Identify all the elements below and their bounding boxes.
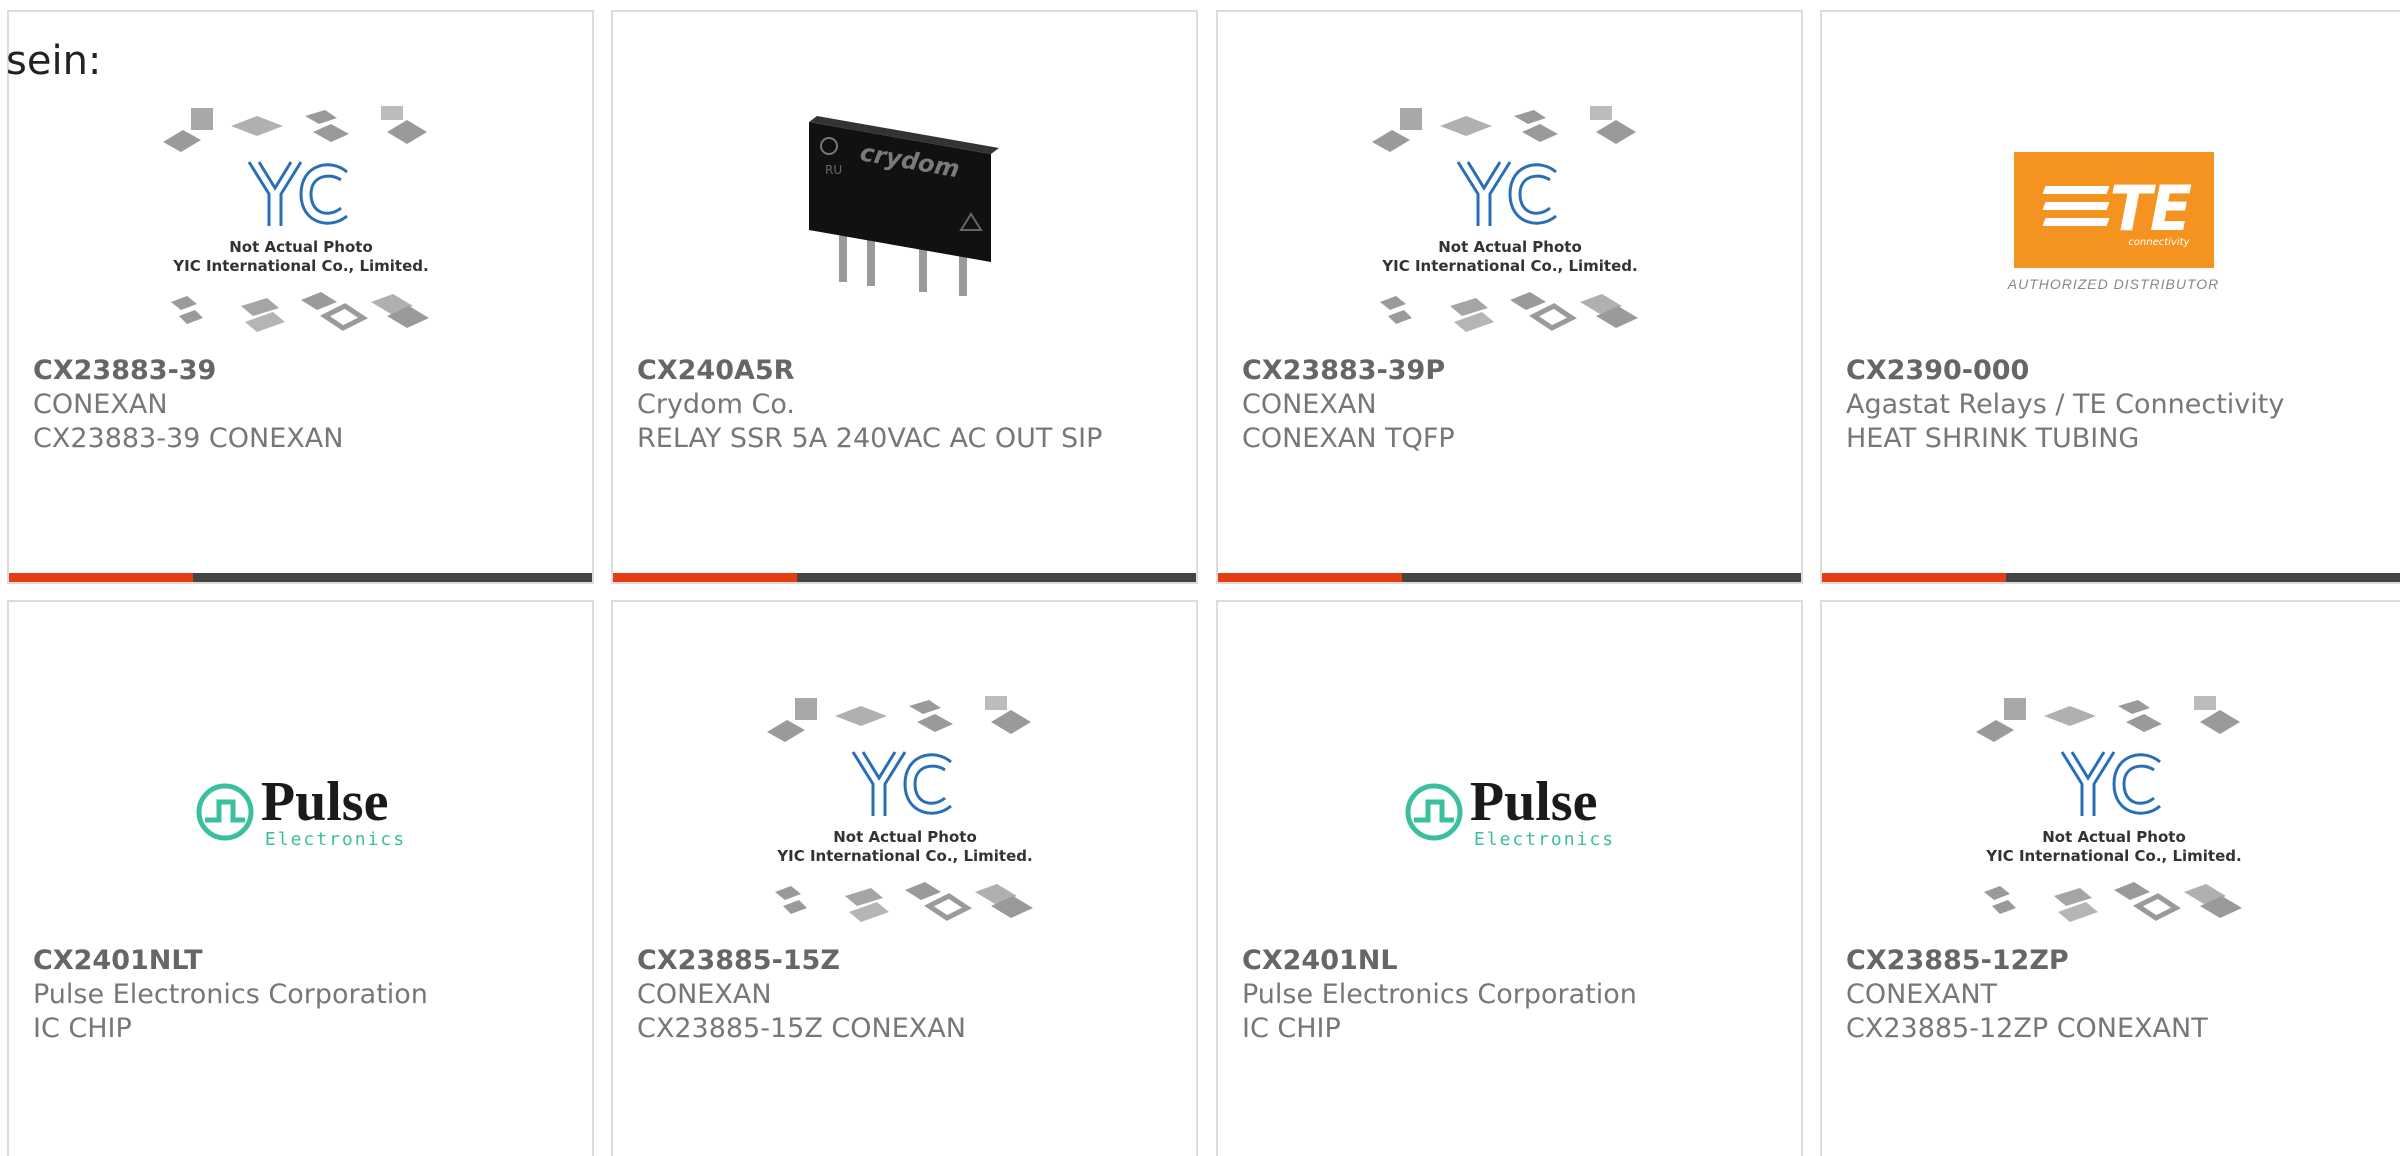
product-image-placeholder: Not Actual Photo YIC International Co., … (162, 106, 429, 332)
pulse-wave-icon (1405, 783, 1463, 841)
product-info: CX23885-15Z CONEXAN CX23885-15Z CONEXAN (637, 944, 1177, 1046)
product-image[interactable]: Not Actual Photo YIC International Co., … (1822, 682, 2400, 942)
placeholder-caption-1: Not Actual Photo (229, 238, 373, 256)
product-part-number[interactable]: CX23885-15Z (637, 944, 1177, 978)
product-card[interactable]: Not Actual Photo YIC International Co., … (611, 600, 1198, 1156)
product-card[interactable]: Not Actual Photo YIC International Co., … (1820, 600, 2400, 1156)
product-info: CX2401NLT Pulse Electronics Corporation IC… (33, 944, 573, 1046)
placeholder-caption-2: YIC International Co., Limited. (776, 847, 1032, 865)
te-connectivity-logo: TE connectivity AUTHORIZED DISTRIBUTOR (2008, 152, 2220, 292)
card-bottom-bar (613, 573, 1196, 582)
te-logo-text: TE (2109, 172, 2193, 245)
product-card[interactable]: Not Actual Photo YIC International Co., … (1216, 10, 1803, 584)
pulse-logo-sub: Electronics (1473, 828, 1616, 850)
product-description: CX23885-15Z CONEXAN (637, 1013, 966, 1044)
product-description: CX23885-12ZP CONEXANT (1846, 1013, 2208, 1044)
product-manufacturer: CONEXAN (637, 979, 772, 1010)
product-image-placeholder: Not Actual Photo YIC International Co., … (1371, 106, 1638, 332)
product-part-number[interactable]: CX2401NLT (33, 944, 573, 978)
product-manufacturer: CONEXANT (1846, 979, 1998, 1010)
product-image[interactable]: Pulse Electronics (1218, 682, 1801, 942)
product-image[interactable]: crydom RU (613, 92, 1196, 352)
product-part-number[interactable]: CX2401NL (1242, 944, 1782, 978)
product-manufacturer: CONEXAN (1242, 389, 1377, 420)
placeholder-caption-1: Not Actual Photo (1438, 238, 1582, 256)
product-description: IC CHIP (33, 1013, 132, 1044)
product-card[interactable]: TE connectivity AUTHORIZED DISTRIBUTOR C… (1820, 10, 2400, 584)
product-manufacturer: Agastat Relays / TE Connectivity (1846, 389, 2285, 420)
placeholder-caption-2: YIC International Co., Limited. (172, 257, 428, 275)
card-accent-bar (9, 573, 193, 582)
product-part-number[interactable]: CX23883-39 (33, 354, 573, 388)
product-card[interactable]: Pulse Electronics CX2401NL Pulse Electron… (1216, 600, 1803, 1156)
card-accent-bar (1218, 573, 1402, 582)
pulse-electronics-logo: Pulse Electronics (195, 770, 407, 850)
product-description: RELAY SSR 5A 240VAC AC OUT SIP (637, 423, 1103, 454)
placeholder-caption-2: YIC International Co., Limited. (1381, 257, 1637, 275)
product-manufacturer: Crydom Co. (637, 389, 795, 420)
te-logo-mark: TE connectivity (2013, 152, 2214, 268)
authorized-distributor-text: AUTHORIZED DISTRIBUTOR (2007, 276, 2220, 292)
svg-text:RU: RU (825, 163, 842, 177)
product-info: CX23883-39P CONEXAN CONEXAN TQFP (1242, 354, 1782, 456)
product-card[interactable]: crydom RU CX240A5R Crydom Co. RELAY SSR 5A… (611, 10, 1198, 584)
card-accent-bar (613, 573, 797, 582)
product-manufacturer: CONEXAN (33, 389, 168, 420)
product-card[interactable]: Not Actual Photo YIC International Co., … (7, 10, 594, 584)
product-manufacturer: Pulse Electronics Corporation (33, 979, 428, 1010)
product-image-placeholder: Not Actual Photo YIC International Co., … (1975, 696, 2242, 922)
placeholder-caption-1: Not Actual Photo (2042, 828, 2186, 846)
pulse-logo-sub: Electronics (264, 828, 407, 850)
product-image[interactable]: Not Actual Photo YIC International Co., … (9, 92, 592, 352)
pulse-wave-icon (196, 783, 254, 841)
product-part-number[interactable]: CX2390-000 (1846, 354, 2386, 388)
relay-product-photo: crydom RU (808, 116, 999, 296)
product-image-placeholder: Not Actual Photo YIC International Co., … (766, 696, 1033, 922)
product-info: CX23883-39 CONEXAN CX23883-39 CONEXAN (33, 354, 573, 456)
intro-text: sein: (6, 38, 102, 84)
product-description: IC CHIP (1242, 1013, 1341, 1044)
card-accent-bar (1822, 573, 2006, 582)
product-description: CONEXAN TQFP (1242, 423, 1455, 454)
te-logo-sub: connectivity (2128, 237, 2190, 248)
product-image[interactable]: Not Actual Photo YIC International Co., … (613, 682, 1196, 942)
product-info: CX240A5R Crydom Co. RELAY SSR 5A 240VAC AC… (637, 354, 1177, 456)
product-part-number[interactable]: CX23883-39P (1242, 354, 1782, 388)
product-info: CX2401NL Pulse Electronics Corporation IC … (1242, 944, 1782, 1046)
product-image[interactable]: Not Actual Photo YIC International Co., … (1218, 92, 1801, 352)
placeholder-caption-1: Not Actual Photo (833, 828, 977, 846)
card-bottom-bar (1822, 573, 2400, 582)
product-image[interactable]: TE connectivity AUTHORIZED DISTRIBUTOR (1822, 92, 2400, 352)
product-part-number[interactable]: CX240A5R (637, 354, 1177, 388)
product-description: CX23883-39 CONEXAN (33, 423, 344, 454)
product-card[interactable]: Pulse Electronics CX2401NLT Pulse Electro… (7, 600, 594, 1156)
product-description: HEAT SHRINK TUBING (1846, 423, 2140, 454)
card-bottom-bar (1218, 573, 1801, 582)
pulse-electronics-logo: Pulse Electronics (1404, 770, 1616, 850)
product-info: CX2390-000 Agastat Relays / TE Connectivi… (1846, 354, 2386, 456)
pulse-logo-main: Pulse (260, 770, 389, 833)
product-info: CX23885-12ZP CONEXANT CX23885-12ZP CONEXAN… (1846, 944, 2386, 1046)
placeholder-caption-2: YIC International Co., Limited. (1985, 847, 2241, 865)
product-image[interactable]: Pulse Electronics (9, 682, 592, 942)
product-part-number[interactable]: CX23885-12ZP (1846, 944, 2386, 978)
pulse-logo-main: Pulse (1469, 770, 1598, 833)
product-manufacturer: Pulse Electronics Corporation (1242, 979, 1637, 1010)
card-bottom-bar (9, 573, 592, 582)
